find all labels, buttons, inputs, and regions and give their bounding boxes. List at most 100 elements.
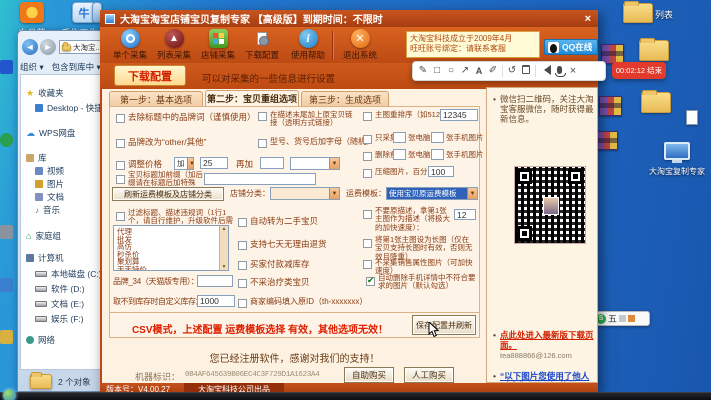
desktop-icon-sliver[interactable] bbox=[0, 330, 13, 344]
refresh-freight-button[interactable]: 刷新运费模板及店铺分类 bbox=[112, 187, 224, 201]
toolbar-button-download-config[interactable]: 下载配置 bbox=[240, 29, 284, 61]
checkbox[interactable] bbox=[363, 112, 372, 121]
toolbar-button-list-collect[interactable]: ▲ 列表采集 bbox=[152, 29, 196, 61]
checkbox-model-letter[interactable]: 型号、货号后加字母（随机） bbox=[258, 138, 374, 148]
file-icon[interactable] bbox=[686, 110, 698, 125]
trash-icon[interactable] bbox=[519, 61, 533, 81]
sidebar-item-music[interactable]: ♪音乐 bbox=[35, 204, 60, 216]
checkbox[interactable] bbox=[258, 112, 267, 121]
brand34-input[interactable] bbox=[197, 275, 233, 287]
scroll-up-icon[interactable]: ▲ bbox=[222, 226, 227, 232]
sidebar-item-network[interactable]: 网络 bbox=[26, 334, 55, 346]
manual-buy-button[interactable]: 人工购买 bbox=[404, 367, 454, 383]
price-value2-input[interactable] bbox=[260, 157, 284, 169]
rectangle-tool-icon[interactable]: □ bbox=[430, 62, 444, 80]
checkbox-reduce-stock-on-pay[interactable]: 买家付款减库存 bbox=[238, 260, 310, 270]
desktop-icon-sliver[interactable] bbox=[0, 60, 13, 74]
sidebar-item-pictures[interactable]: 图片 bbox=[35, 178, 64, 190]
sidebar-item-videos[interactable]: 视频 bbox=[35, 165, 64, 177]
text-tool-icon[interactable]: A bbox=[472, 62, 486, 80]
checkbox-append-link[interactable]: 在描述末尾加上原宝贝链接（透明方式链接） bbox=[258, 111, 360, 128]
checkbox-checked[interactable] bbox=[366, 277, 375, 286]
speaker-icon[interactable] bbox=[538, 61, 552, 82]
price-template-select[interactable]: ▼ bbox=[290, 157, 340, 170]
shortcut-monitor-icon[interactable] bbox=[664, 142, 690, 160]
delete-mobile-input[interactable] bbox=[431, 149, 444, 160]
download-page-link[interactable]: 点此处进入最新版下载页面。 bbox=[492, 330, 594, 350]
collect-mobile-input[interactable] bbox=[431, 132, 444, 143]
winrar-archive-icon[interactable] bbox=[596, 131, 618, 150]
self-buy-button[interactable]: 自助购买 bbox=[344, 367, 394, 383]
checkbox-no-medical[interactable]: 不采治疗类宝贝 bbox=[238, 278, 310, 288]
sidebar-item-drive-f[interactable]: 娱乐 (F:) bbox=[35, 313, 84, 325]
checkbox[interactable] bbox=[363, 260, 372, 269]
back-button[interactable]: ◄ bbox=[22, 39, 38, 55]
arrow-tool-icon[interactable]: ↗ bbox=[458, 62, 472, 80]
sidebar-item-drive-d[interactable]: 软件 (D:) bbox=[35, 283, 85, 295]
checkbox[interactable] bbox=[238, 299, 247, 308]
checkbox[interactable] bbox=[363, 239, 372, 248]
desktop-icon-sliver[interactable] bbox=[0, 278, 13, 292]
checkbox[interactable] bbox=[116, 139, 125, 148]
ime-tool-icon[interactable] bbox=[619, 315, 626, 322]
checkbox[interactable] bbox=[238, 218, 247, 227]
qq-online-button[interactable]: QQ在线 bbox=[544, 39, 598, 55]
price-value1-input[interactable] bbox=[200, 157, 228, 169]
checkbox-remove-brand[interactable]: 去除标题中的品牌词（谨慎使用） bbox=[116, 113, 256, 123]
folder-icon[interactable] bbox=[639, 40, 669, 61]
forward-button[interactable]: ► bbox=[40, 39, 56, 55]
ellipse-tool-icon[interactable]: ○ bbox=[444, 62, 458, 80]
filter-word[interactable]: 天天特价 bbox=[115, 266, 218, 272]
checkbox[interactable] bbox=[116, 161, 125, 170]
scroll-down-icon[interactable]: ▼ bbox=[222, 264, 227, 270]
checkbox-seven-day-return[interactable]: 支持七天无理由退货 bbox=[238, 240, 327, 250]
taskbar[interactable] bbox=[0, 392, 711, 400]
checkbox[interactable] bbox=[363, 210, 372, 219]
ime-bar[interactable]: S 五 bbox=[592, 311, 650, 326]
checkbox-seller-code-id[interactable]: 商家编码填入原ID（th-xxxxxxx） bbox=[238, 298, 367, 308]
sidebar-item-drive-c[interactable]: 本地磁盘 (C:) bbox=[35, 268, 102, 280]
desktop-icon-sliver[interactable] bbox=[0, 225, 13, 239]
include-in-library-button[interactable]: 包含到库中 ▾ bbox=[52, 61, 101, 73]
checkbox-brand-other[interactable]: 品牌改为“other/其他” bbox=[116, 138, 206, 148]
tab-step1-basic[interactable]: 第一步：基本选项 bbox=[109, 91, 203, 106]
compress-percent-input[interactable] bbox=[428, 166, 454, 177]
sidebar-item-documents[interactable]: 文档 bbox=[35, 191, 64, 203]
checkbox[interactable] bbox=[363, 152, 372, 161]
save-config-button[interactable]: 保存配置并刷新 bbox=[412, 315, 476, 335]
toolbar-button-help[interactable]: i 使用帮助 bbox=[286, 29, 330, 61]
tab-step3-generate[interactable]: 第三步：生成选项 bbox=[301, 91, 389, 106]
listbox-scrollbar[interactable]: ▲▼ bbox=[219, 226, 228, 270]
checkbox[interactable] bbox=[116, 175, 125, 184]
organize-button[interactable]: 组织 ▾ bbox=[20, 61, 44, 73]
checkbox[interactable] bbox=[116, 114, 125, 123]
folder-icon[interactable] bbox=[641, 92, 671, 113]
sidebar-item-desktop[interactable]: Desktop - 快捷方式 bbox=[35, 102, 105, 114]
main-image-count-input[interactable] bbox=[454, 209, 476, 220]
checkbox[interactable] bbox=[238, 241, 247, 250]
sidebar-item-favorites[interactable]: ★收藏夹 bbox=[26, 87, 64, 99]
recording-timer-badge[interactable]: 00:02:12 结束 bbox=[612, 62, 666, 79]
undo-icon[interactable]: ↺ bbox=[505, 62, 519, 80]
checkbox-main-image-as-desc[interactable]: 不要原描述，拿第1张主图作为描述（将极大的加快速度）： bbox=[363, 207, 453, 232]
marker-tool-icon[interactable]: ✐ bbox=[486, 62, 500, 80]
tab-step2-rebuild[interactable]: 第二步：宝贝重组选项 bbox=[205, 90, 299, 106]
title-prefix-input[interactable] bbox=[204, 173, 316, 185]
checkbox-secondhand[interactable]: 自动转为二手宝贝 bbox=[238, 217, 318, 227]
freight-template-select[interactable]: 使用宝贝原运费模板▼ bbox=[386, 187, 478, 200]
folder-icon[interactable] bbox=[623, 3, 653, 23]
tab-download-config[interactable]: 下载配置 bbox=[114, 65, 186, 86]
price-op-select[interactable]: 加▼ bbox=[174, 157, 194, 170]
toolbar-button-exit[interactable]: ✕ 退出系统 bbox=[338, 29, 382, 61]
address-bar[interactable]: 大淘宝... bbox=[59, 40, 105, 54]
sidebar-item-wps-cloud[interactable]: ☁WPS网盘 bbox=[26, 127, 75, 139]
checkbox-adjust-price[interactable]: 调整价格 bbox=[116, 160, 162, 170]
checkbox[interactable] bbox=[363, 169, 372, 178]
microphone-icon[interactable] bbox=[552, 62, 566, 81]
image-issue-link[interactable]: “以下图片您使用了他人（或非本账号）的图片”的解决办法 bbox=[492, 371, 594, 383]
filter-words-listbox[interactable]: 代理 批发 高仿 秒杀价 聚划算 天天特价 ▲▼ bbox=[113, 225, 229, 271]
checkbox[interactable] bbox=[363, 135, 372, 144]
toolbar-button-single-collect[interactable]: 单个采集 bbox=[108, 29, 152, 61]
winrar-archive-icon[interactable] bbox=[599, 96, 622, 116]
desktop-icon-sliver[interactable] bbox=[0, 133, 13, 147]
